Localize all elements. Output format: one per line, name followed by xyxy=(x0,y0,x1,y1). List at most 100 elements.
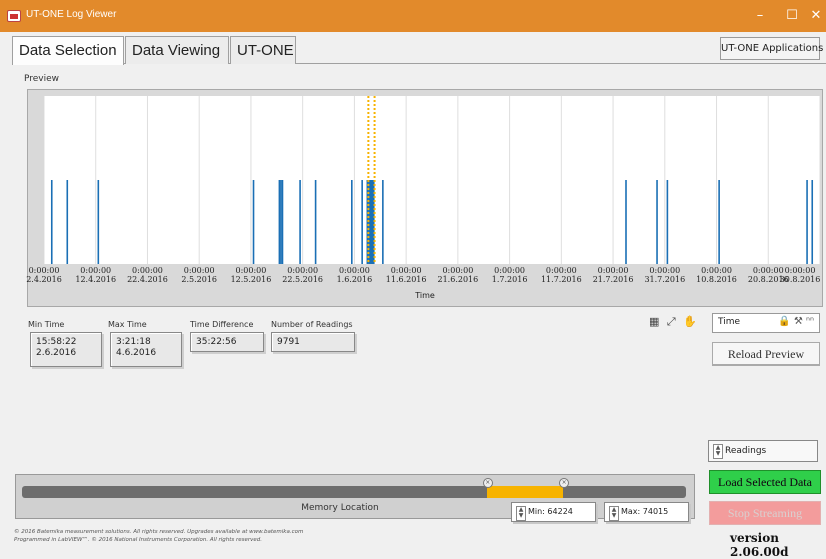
preview-label: Preview xyxy=(24,74,60,84)
reading-bar xyxy=(97,180,100,264)
x-tick-date: 2.5.2016 xyxy=(181,275,217,284)
x-tick-date: 22.4.2016 xyxy=(127,275,168,284)
x-tick-time: 0:00:00 xyxy=(28,266,60,275)
graph-palette-icons[interactable]: ▦ ⤢ ✋ xyxy=(649,315,709,331)
readings-selector[interactable]: ▲ ▼ Readings xyxy=(708,440,818,462)
reading-bar xyxy=(299,180,301,264)
x-tick-label: 0:00:00 22.4.2016 xyxy=(121,266,173,284)
x-tick-label: 0:00:00 12.5.2016 xyxy=(225,266,277,284)
memory-location-label: Memory Location xyxy=(301,503,379,513)
x-tick-label: 0:00:00 2.4.2016 xyxy=(18,266,70,284)
x-tick-time: 0:00:00 xyxy=(80,266,112,275)
time-difference-box: 35:22:56 xyxy=(190,332,264,352)
x-tick-date: 2.4.2016 xyxy=(26,275,62,284)
min-spinner-icon[interactable]: ▲ ▼ xyxy=(516,506,526,521)
x-tick-label: 0:00:00 21.7.2016 xyxy=(587,266,639,284)
x-tick-label: 0:00:00 1.7.2016 xyxy=(484,266,536,284)
x-tick-date: 12.4.2016 xyxy=(75,275,117,284)
memory-location-slider[interactable]: × × xyxy=(22,478,686,498)
memory-min-input[interactable]: ▲ ▼ Min: 64224 xyxy=(511,502,596,522)
readings-count-value: 9791 xyxy=(277,337,300,347)
memory-min-text: Min: 64224 xyxy=(528,507,573,516)
x-tick-date: 12.5.2016 xyxy=(230,275,272,284)
ut-one-applications-button[interactable]: UT-ONE Applications xyxy=(720,37,823,60)
max-date-value: 4.6.2016 xyxy=(116,348,157,358)
x-tick-time: 0:00:00 xyxy=(442,266,474,275)
maximize-button[interactable]: ☐ xyxy=(776,4,808,28)
x-tick-label: 0:00:00 11.7.2016 xyxy=(535,266,587,284)
copyright-line-1: © 2016 Batemika measurement solutions. A… xyxy=(14,529,304,535)
readings-selector-value: Readings xyxy=(725,446,767,456)
memory-max-input[interactable]: ▲ ▼ Max: 74015 xyxy=(604,502,689,522)
x-tick-date: 22.5.2016 xyxy=(282,275,324,284)
x-tick-date: 21.7.2016 xyxy=(592,275,634,284)
reading-bar xyxy=(718,180,720,264)
min-time-box: 15:58:22 2.6.2016 xyxy=(30,332,102,367)
x-tick-date: 1.6.2016 xyxy=(336,275,373,284)
stop-streaming-button[interactable]: Stop Streaming xyxy=(709,501,821,525)
x-tick-date: 11.7.2016 xyxy=(540,275,582,284)
max-time-label: Max Time xyxy=(108,320,147,329)
readings-count-label: Number of Readings xyxy=(271,320,353,329)
time-format-value: Time xyxy=(718,317,741,327)
memory-max-text: Max: 74015 xyxy=(621,507,669,516)
reading-bar xyxy=(252,180,255,264)
time-format-selector[interactable]: Time 🔒 ⚒ ⁿⁿ xyxy=(712,313,820,333)
x-tick-time: 0:00:00 xyxy=(338,266,370,275)
max-time-value: 3:21:18 xyxy=(116,337,151,347)
reading-bar xyxy=(66,180,69,264)
x-tick-date: 1.7.2016 xyxy=(491,275,528,284)
x-tick-label: 0:00:00 1.6.2016 xyxy=(328,266,380,284)
x-tick-time: 0:00:00 xyxy=(701,266,732,275)
x-tick-time: 0:00:00 xyxy=(390,266,422,275)
time-difference-value: 35:22:56 xyxy=(196,337,237,347)
x-tick-date: 21.6.2016 xyxy=(437,275,479,284)
x-tick-time: 0:00:00 xyxy=(649,266,681,275)
readings-count-box: 9791 xyxy=(271,332,355,352)
preview-chart[interactable] xyxy=(44,96,820,264)
x-tick-time: 0:00:00 xyxy=(494,266,526,275)
readings-spinner-icon[interactable]: ▲ ▼ xyxy=(713,444,723,459)
title-bar xyxy=(0,0,826,32)
reading-bar xyxy=(625,180,627,264)
min-time-value: 15:58:22 xyxy=(36,337,77,347)
minimize-button[interactable]: – xyxy=(744,4,776,28)
min-time-label: Min Time xyxy=(28,320,65,329)
reading-bar xyxy=(280,180,282,264)
x-tick-date: 30.8.2016 xyxy=(779,275,821,284)
x-tick-label: 0:00:00 30.8.2016 xyxy=(774,266,826,284)
reading-bar xyxy=(656,180,658,264)
tab-data-viewing[interactable]: Data Viewing xyxy=(125,36,229,64)
scale-lock-icons[interactable]: 🔒 ⚒ ⁿⁿ xyxy=(778,316,814,327)
reading-bar xyxy=(314,180,317,264)
range-start-handle-icon[interactable]: × xyxy=(482,478,493,488)
reload-preview-button[interactable]: Reload Preview xyxy=(712,342,820,366)
app-icon xyxy=(7,10,21,22)
x-tick-label: 0:00:00 31.7.2016 xyxy=(639,266,691,284)
reading-bar xyxy=(278,180,281,264)
reading-bar xyxy=(281,180,284,264)
x-tick-date: 31.7.2016 xyxy=(644,275,686,284)
reading-bar xyxy=(361,180,363,264)
tab-data-selection[interactable]: Data Selection xyxy=(12,36,124,65)
max-spinner-icon[interactable]: ▲ ▼ xyxy=(609,506,619,521)
load-selected-data-button[interactable]: Load Selected Data xyxy=(709,470,821,494)
window-title: UT-ONE Log Viewer xyxy=(26,9,117,20)
reading-bar xyxy=(811,180,814,264)
x-tick-label: 0:00:00 11.6.2016 xyxy=(380,266,432,284)
range-end-handle-icon[interactable]: × xyxy=(559,478,570,488)
time-difference-label: Time Difference xyxy=(190,320,254,329)
tab-ut-one[interactable]: UT-ONE xyxy=(230,36,296,64)
x-tick-label: 0:00:00 21.6.2016 xyxy=(432,266,484,284)
reading-bar xyxy=(382,180,384,264)
x-tick-label: 0:00:00 22.5.2016 xyxy=(277,266,329,284)
plot-background xyxy=(44,96,820,264)
x-tick-time: 0:00:00 xyxy=(287,266,319,275)
version-label: version 2.06.00d xyxy=(730,531,789,559)
x-tick-date: 10.8.2016 xyxy=(696,275,737,284)
reading-bar xyxy=(50,180,53,264)
x-tick-label: 0:00:00 10.8.2016 xyxy=(691,266,743,284)
reading-bar xyxy=(351,180,353,264)
close-button[interactable]: ✕ xyxy=(806,4,826,28)
memory-selection-range[interactable] xyxy=(486,486,564,498)
